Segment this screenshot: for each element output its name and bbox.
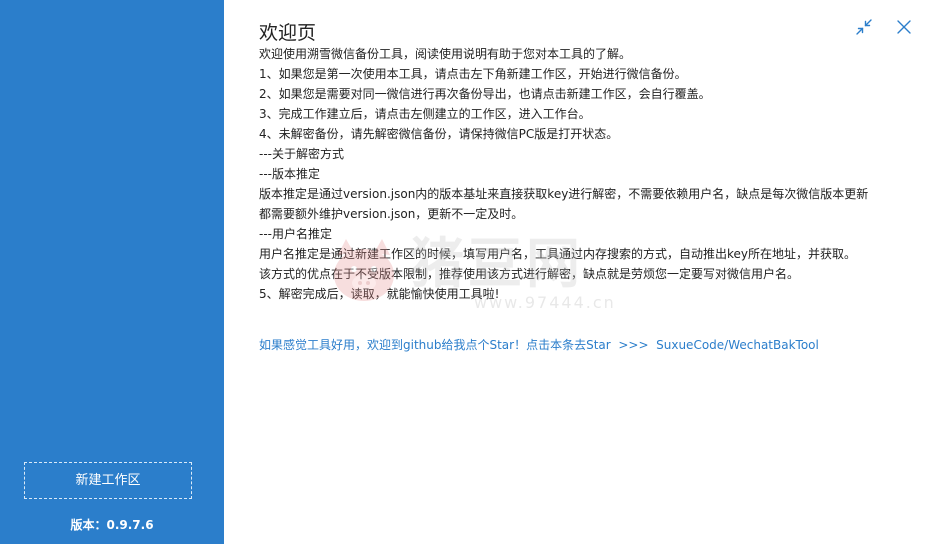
close-icon bbox=[897, 20, 911, 34]
version-value: 0.9.7.6 bbox=[106, 518, 154, 532]
instruction-line: 都需要额外维护version.json，更新不一定及时。 bbox=[259, 207, 524, 221]
version-label: 版本： bbox=[70, 518, 107, 532]
instruction-line: 该方式的优点在于不受版本限制，推荐使用该方式进行解密，缺点就是劳烦您一定要写对微… bbox=[259, 267, 800, 281]
version-info: 版本：0.9.7.6 bbox=[0, 516, 224, 533]
instruction-line: 欢迎使用溯雪微信备份工具，阅读使用说明有助于您对本工具的了解。 bbox=[259, 47, 632, 61]
main-panel: 欢迎页 欢迎使用溯雪微信备份工具，阅读使用说明有助于您对本工具的了解。 1、如果… bbox=[224, 0, 925, 544]
app-window: 新建工作区 版本：0.9.7.6 欢迎页 欢迎使用溯雪微信备份工具，阅读使用说明… bbox=[0, 0, 925, 544]
minimize-button[interactable] bbox=[854, 17, 874, 37]
close-button[interactable] bbox=[894, 17, 914, 37]
instruction-line: 1、如果您是第一次使用本工具，请点击左下角新建工作区，开始进行微信备份。 bbox=[259, 67, 687, 81]
instructions: 欢迎使用溯雪微信备份工具，阅读使用说明有助于您对本工具的了解。 1、如果您是第一… bbox=[259, 44, 879, 304]
instruction-line: ---用户名推定 bbox=[259, 227, 332, 241]
collapse-icon bbox=[856, 19, 872, 35]
instruction-line: 2、如果您是需要对同一微信进行再次备份导出，也请点击新建工作区，会自行覆盖。 bbox=[259, 87, 711, 101]
instruction-line: 用户名推定是通过新建工作区的时候，填写用户名，工具通过内存搜索的方式，自动推出k… bbox=[259, 247, 857, 261]
github-star-link[interactable]: 如果感觉工具好用，欢迎到github给我点个Star！点击本条去Star >>>… bbox=[259, 336, 819, 353]
instruction-line: 版本推定是通过version.json内的版本基址来直接获取key进行解密，不需… bbox=[259, 187, 869, 201]
page-title: 欢迎页 bbox=[259, 22, 317, 44]
sidebar: 新建工作区 版本：0.9.7.6 bbox=[0, 0, 224, 544]
instruction-line: 3、完成工作建立后，请点击左侧建立的工作区，进入工作台。 bbox=[259, 107, 591, 121]
new-workspace-button[interactable]: 新建工作区 bbox=[24, 462, 192, 499]
instruction-line: ---关于解密方式 bbox=[259, 147, 344, 161]
instruction-line: 5、解密完成后，读取，就能愉快使用工具啦! bbox=[259, 287, 500, 301]
instruction-line: 4、未解密备份，请先解密微信备份，请保持微信PC版是打开状态。 bbox=[259, 127, 619, 141]
instruction-line: ---版本推定 bbox=[259, 167, 320, 181]
